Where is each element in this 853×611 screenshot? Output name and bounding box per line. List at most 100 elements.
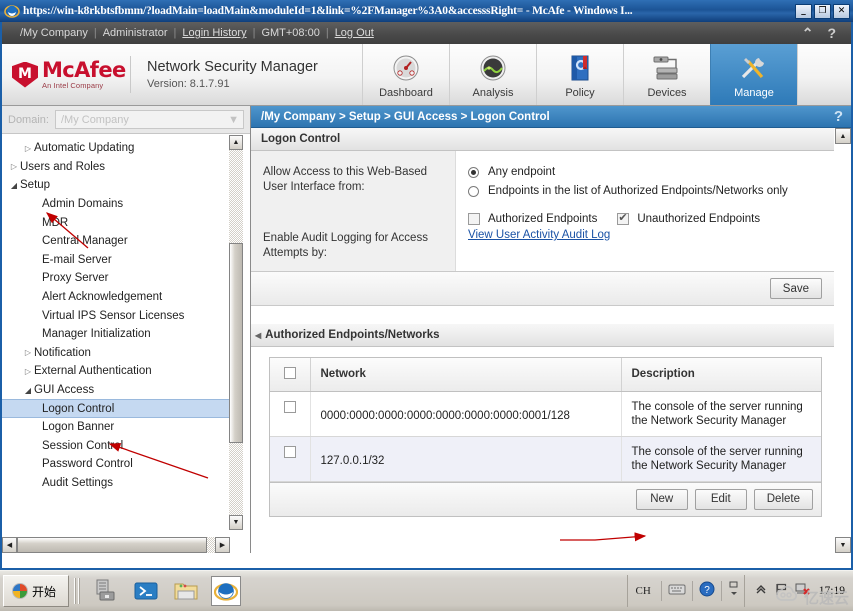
scrollbar-thumb[interactable] <box>17 537 207 553</box>
domain-dropdown[interactable]: /My Company ▼ <box>54 110 244 129</box>
tree-item-gui-access[interactable]: ◢ GUI Access <box>2 381 230 400</box>
tree-item-central-manager[interactable]: Central Manager <box>2 232 230 251</box>
browser-window: https://win-k8rkbtsfbmm/?loadMain=loadMa… <box>0 0 853 570</box>
row-select-cell[interactable] <box>270 391 311 437</box>
row-select-cell[interactable] <box>270 436 311 482</box>
twisty-collapsed-icon[interactable]: ▷ <box>22 348 34 357</box>
tree-item-users-and-roles[interactable]: ▷ Users and Roles <box>2 158 230 177</box>
triangle-up-icon[interactable]: ▲ <box>835 128 851 144</box>
radio-button-icon[interactable] <box>468 186 479 197</box>
authorized-endpoints-section-header[interactable]: ◀ Authorized Endpoints/Networks <box>251 324 834 347</box>
scrollbar-thumb[interactable] <box>229 243 243 443</box>
tab-dashboard[interactable]: Dashboard <box>362 44 449 105</box>
tree-item-password-control[interactable]: Password Control <box>2 455 230 474</box>
new-button[interactable]: New <box>635 488 688 510</box>
triangle-up-icon[interactable]: ▲ <box>229 135 243 150</box>
twisty-collapsed-icon[interactable]: ▷ <box>22 144 34 153</box>
sidebar-horizontal-scrollbar[interactable]: ◀ ▶ <box>2 537 230 553</box>
triangle-left-icon[interactable]: ◀ <box>255 331 261 340</box>
chevron-up-icon[interactable]: ⌃ <box>795 25 821 42</box>
row-description-cell: The console of the server running the Ne… <box>621 436 821 482</box>
sidebar-vertical-scrollbar[interactable]: ▲ ▼ <box>229 135 243 530</box>
column-header-description[interactable]: Description <box>621 358 821 392</box>
server-manager-icon[interactable] <box>91 576 121 606</box>
start-button[interactable]: 开始 <box>3 575 69 607</box>
table-row[interactable]: 0000:0000:0000:0000:0000:0000:0000:0001/… <box>270 391 821 437</box>
row-checkbox[interactable] <box>283 445 296 458</box>
tree-item-admin-domains[interactable]: Admin Domains <box>2 195 230 214</box>
question-mark-icon[interactable]: ? <box>834 108 843 125</box>
question-circle-icon[interactable]: ? <box>699 581 715 602</box>
file-explorer-icon[interactable] <box>171 576 201 606</box>
language-bar[interactable]: CH ? <box>626 575 744 607</box>
twisty-collapsed-icon[interactable]: ▷ <box>8 162 20 171</box>
tree-item-mdr[interactable]: MDR <box>2 213 230 232</box>
tree-item-alert-acknowledgement[interactable]: Alert Acknowledgement <box>2 288 230 307</box>
current-company-label: /My Company <box>20 27 88 39</box>
tree-item-email-server[interactable]: E-mail Server <box>2 251 230 270</box>
brand-name: McAfee <box>42 57 126 82</box>
radio-button-selected-icon[interactable] <box>468 167 479 178</box>
table-row[interactable]: 127.0.0.1/32 The console of the server r… <box>270 436 821 482</box>
ime-language-label[interactable]: CH <box>632 585 655 597</box>
tree-item-audit-settings[interactable]: Audit Settings <box>2 474 230 493</box>
main-navigation-tabs[interactable]: Dashboard Analysis Policy Devices Manage <box>362 44 851 105</box>
chevron-up-icon[interactable] <box>755 582 767 600</box>
window-controls[interactable]: _ ❐ ✕ <box>795 3 850 19</box>
tree-item-proxy-server[interactable]: Proxy Server <box>2 269 230 288</box>
row-checkbox[interactable] <box>283 400 296 413</box>
view-user-activity-audit-log-link[interactable]: View User Activity Audit Log <box>468 229 610 241</box>
tab-policy[interactable]: Policy <box>536 44 623 105</box>
select-all-checkbox[interactable] <box>283 367 296 380</box>
toolbar-grip[interactable] <box>74 578 80 604</box>
tree-item-logon-control[interactable]: Logon Control <box>2 399 230 418</box>
divider <box>720 581 722 601</box>
column-header-network[interactable]: Network <box>310 358 622 392</box>
tree-item-setup[interactable]: ◢ Setup <box>2 176 230 195</box>
delete-button[interactable]: Delete <box>753 488 813 510</box>
tab-devices[interactable]: Devices <box>623 44 710 105</box>
triangle-left-icon[interactable]: ◀ <box>2 537 17 553</box>
tab-manage[interactable]: Manage <box>710 44 797 105</box>
checkbox-authorized-endpoints[interactable] <box>468 213 480 225</box>
twisty-expanded-icon[interactable]: ◢ <box>22 386 34 395</box>
login-history-link[interactable]: Login History <box>182 27 246 39</box>
breadcrumb[interactable]: /My Company > Setup > GUI Access > Logon… <box>261 111 834 123</box>
table-header-row: Network Description <box>270 358 821 392</box>
twisty-collapsed-icon[interactable]: ▷ <box>22 367 34 376</box>
tree-item-external-authentication[interactable]: ▷ External Authentication <box>2 362 230 381</box>
question-mark-icon[interactable]: ? <box>820 25 843 41</box>
tree-item-manager-initialization[interactable]: Manager Initialization <box>2 325 230 344</box>
tree-item-notification[interactable]: ▷ Notification <box>2 344 230 363</box>
main-vertical-scrollbar[interactable]: ▲ ▼ <box>834 128 851 553</box>
keyboard-icon[interactable] <box>668 582 686 601</box>
close-button[interactable]: ✕ <box>833 3 850 19</box>
select-all-header[interactable] <box>270 358 311 392</box>
application-body: /My Company | Administrator | Login Hist… <box>2 22 851 568</box>
quick-launch-bar[interactable] <box>85 576 241 606</box>
internet-explorer-icon[interactable] <box>211 576 241 606</box>
tree-item-virtual-ips-sensor-licenses[interactable]: Virtual IPS Sensor Licenses <box>2 306 230 325</box>
log-out-link[interactable]: Log Out <box>335 27 374 39</box>
radio-option-any-endpoint[interactable]: Any endpoint <box>468 165 824 180</box>
tree-item-automatic-updating[interactable]: ▷ Automatic Updating <box>2 139 230 158</box>
watermark-text: 亿速云 <box>803 590 849 607</box>
navigation-tree[interactable]: ▷ Automatic Updating ▷ Users and Roles ◢ Se… <box>2 135 230 530</box>
tab-analysis[interactable]: Analysis <box>449 44 536 105</box>
triangle-down-icon[interactable]: ▼ <box>229 515 243 530</box>
show-hidden-icons-icon[interactable] <box>728 580 740 603</box>
tree-item-session-control[interactable]: Session Control <box>2 437 230 456</box>
edit-button[interactable]: Edit <box>694 488 747 510</box>
powershell-icon[interactable] <box>131 576 161 606</box>
tree-item-logon-banner[interactable]: Logon Banner <box>2 418 230 437</box>
checkbox-unauthorized-endpoints[interactable] <box>617 211 630 225</box>
window-titlebar[interactable]: https://win-k8rkbtsfbmm/?loadMain=loadMa… <box>0 0 853 22</box>
radio-option-authorized-list[interactable]: Endpoints in the list of Authorized Endp… <box>468 184 824 199</box>
minimize-button[interactable]: _ <box>795 3 812 19</box>
triangle-down-icon[interactable]: ▼ <box>835 537 851 553</box>
triangle-right-icon[interactable]: ▶ <box>215 537 230 553</box>
maximize-button[interactable]: ❐ <box>814 3 831 19</box>
save-button[interactable]: Save <box>769 278 822 299</box>
twisty-expanded-icon[interactable]: ◢ <box>8 181 20 190</box>
